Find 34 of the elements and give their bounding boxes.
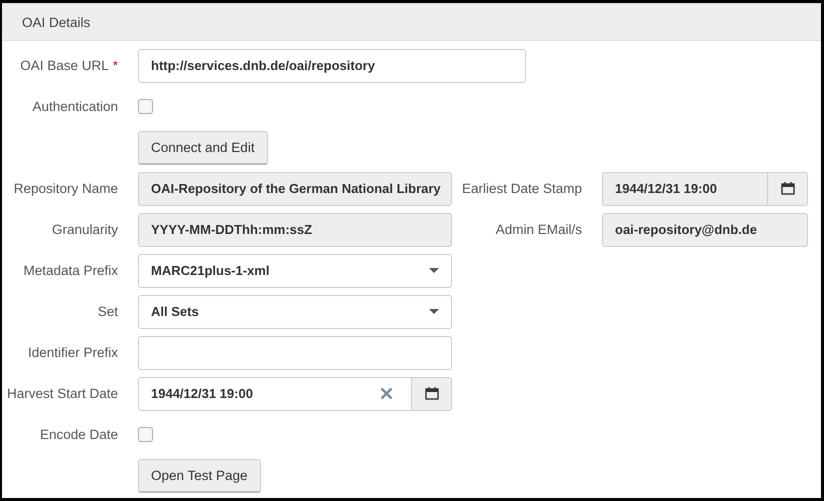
calendar-icon xyxy=(780,182,794,195)
action-button[interactable]: Open Test Page xyxy=(138,458,261,492)
field-label: Harvest Start Date xyxy=(6,386,118,401)
panel-title: OAI Details xyxy=(22,14,90,30)
text-field[interactable] xyxy=(138,336,452,370)
text-field[interactable]: http://services.dnb.de/oai/repository xyxy=(138,48,526,82)
field-label: Encode Date xyxy=(40,427,118,442)
readonly-field: YYYY-MM-DDThh:mm:ssZ xyxy=(138,212,452,246)
date-field[interactable]: 1944/12/31 19:00 xyxy=(138,376,452,410)
field-label: OAI Base URL xyxy=(20,58,109,73)
caret-icon xyxy=(429,309,439,314)
readonly-field: oai-repository@dnb.de xyxy=(602,212,808,246)
checkbox[interactable] xyxy=(138,99,153,114)
clear-icon[interactable] xyxy=(380,387,393,400)
select-field[interactable]: All Sets xyxy=(138,294,452,328)
action-button[interactable]: Connect and Edit xyxy=(138,130,268,164)
field-label: Granularity xyxy=(52,222,118,237)
field-label: Earliest Date Stamp xyxy=(462,181,582,196)
field-label: Authentication xyxy=(32,99,118,114)
select-field[interactable]: MARC21plus-1-xml xyxy=(138,254,452,288)
field-label: Admin EMail/s xyxy=(496,222,582,237)
caret-icon xyxy=(429,268,439,273)
date-value: 1944/12/31 19:00 xyxy=(151,386,253,401)
required-mark: * xyxy=(112,58,118,73)
field-label: Metadata Prefix xyxy=(23,263,118,278)
checkbox[interactable] xyxy=(138,427,153,442)
field-label: Set xyxy=(98,304,118,319)
calendar-icon xyxy=(424,387,438,400)
readonly-field: OAI-Repository of the German National Library xyxy=(138,172,452,206)
date-value: 1944/12/31 19:00 xyxy=(615,181,717,196)
calendar-button[interactable] xyxy=(411,378,451,410)
field-label: Repository Name xyxy=(14,181,118,196)
field-label: Identifier Prefix xyxy=(28,345,118,360)
calendar-button[interactable] xyxy=(767,172,807,204)
